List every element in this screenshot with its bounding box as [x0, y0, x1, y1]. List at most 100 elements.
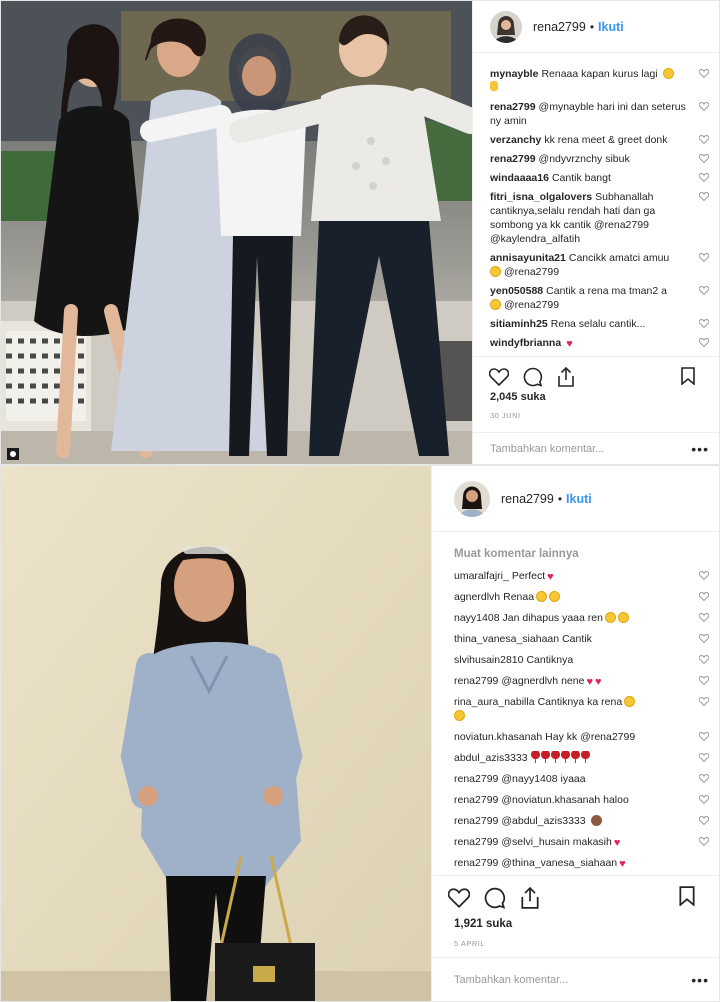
comment-username[interactable]: fitri_isna_olgalovers [490, 191, 592, 203]
comment-username[interactable]: umaralfajri_ [454, 570, 509, 582]
comment-item: slvihusain2810 Cantiknya [454, 653, 719, 667]
comment-username[interactable]: windaaaa16 [490, 172, 549, 184]
comment-username[interactable]: agnerdlvh [454, 591, 500, 603]
comment-username[interactable]: yen050588 [490, 285, 543, 297]
more-options-icon[interactable]: ••• [691, 972, 709, 988]
avatar[interactable] [454, 480, 490, 517]
post-1-photo[interactable] [1, 1, 474, 464]
comment-item: thina_vanesa_siahaan Cantik [454, 632, 719, 646]
comment-username[interactable]: rena2799 [454, 836, 498, 848]
comment-username[interactable]: rina_aura_nabilla [454, 696, 535, 708]
like-comment-heart-icon[interactable] [699, 253, 709, 262]
comment-username[interactable]: nayy1408 [454, 612, 500, 624]
avatar[interactable] [490, 10, 522, 43]
comment-item: abdul_azis3333 [454, 751, 719, 765]
comment-username[interactable]: sitiaminh25 [490, 318, 548, 330]
like-heart-icon[interactable] [489, 367, 509, 386]
username[interactable]: rena2799 [501, 492, 554, 506]
comment-username[interactable]: verzanchy [490, 134, 541, 146]
like-comment-heart-icon[interactable] [699, 192, 709, 201]
like-comment-heart-icon[interactable] [699, 69, 709, 78]
like-comment-heart-icon[interactable] [699, 613, 709, 622]
likes-count[interactable]: 2,045 suka [490, 391, 546, 403]
load-more-comments[interactable]: Muat komentar lainnya [454, 548, 579, 560]
like-comment-heart-icon[interactable] [699, 338, 709, 347]
comment-item: rina_aura_nabilla Cantiknya ka rena [454, 695, 719, 723]
comment-username[interactable]: abdul_azis3333 [454, 752, 528, 764]
comment-list: mynayble Renaaa kapan kurus lagi rena2799… [473, 53, 719, 356]
like-comment-heart-icon[interactable] [699, 732, 709, 741]
heart-eyes-emoji-icon [536, 591, 548, 602]
comment-username[interactable]: annisayunita21 [490, 252, 566, 264]
comment-username[interactable]: rena2799 [454, 815, 498, 827]
comment-item: annisayunita21 Cancikk amatci amuu @rena27… [490, 251, 719, 279]
like-comment-heart-icon[interactable] [699, 697, 709, 706]
like-heart-icon[interactable] [448, 887, 470, 908]
heart-eyes-emoji-icon [624, 696, 636, 707]
comment-item: yen050588 Cantik a rena ma tman2 a @rena27… [490, 284, 719, 312]
comment-username[interactable]: rena2799 [454, 857, 498, 869]
comment-username[interactable]: rena2799 [490, 101, 536, 113]
add-comment-input[interactable]: Tambahkan komentar... [490, 443, 604, 455]
comment-text: Perfect [511, 570, 546, 582]
smile-emoji-icon [662, 68, 674, 79]
post-2-photo[interactable] [1, 466, 433, 1001]
comment-bubble-icon[interactable] [523, 367, 543, 387]
comment-mention[interactable]: @rena2799 [504, 299, 559, 311]
more-options-icon[interactable]: ••• [691, 441, 709, 457]
separator-dot: • [557, 491, 563, 506]
comment-bubble-icon[interactable] [484, 887, 506, 909]
like-comment-heart-icon[interactable] [699, 135, 709, 144]
comment-username[interactable]: windyfbrianna [490, 337, 561, 349]
like-comment-heart-icon[interactable] [699, 319, 709, 328]
comment-username[interactable]: rena2799 [454, 794, 498, 806]
like-comment-heart-icon[interactable] [699, 676, 709, 685]
heart-emoji-icon: ♥ [547, 571, 554, 583]
likes-count[interactable]: 1,921 suka [454, 918, 512, 930]
like-comment-heart-icon[interactable] [699, 173, 709, 182]
comment-username[interactable]: noviatun.khasanah [454, 731, 542, 743]
comment-item: rena2799 @ndyvrznchy sibuk [490, 152, 719, 166]
comment-item: rena2799 @mynayble hari ini dan seterus n… [490, 100, 719, 128]
username[interactable]: rena2799 [533, 20, 586, 34]
share-icon[interactable] [520, 886, 540, 909]
comment-list: umaralfajri_ Perfect ♥ agnerdlvh Renaa nayy… [432, 569, 719, 875]
comment-username[interactable]: thina_vanesa_siahaan [454, 633, 559, 645]
like-comment-heart-icon[interactable] [699, 634, 709, 643]
comment-username[interactable]: rena2799 [454, 675, 498, 687]
comment-text: Cantik bangt [551, 172, 611, 184]
comment-text: @noviatun.khasanah haloo [501, 794, 629, 806]
comment-text: @nayy1408 iyaaa [501, 773, 586, 785]
like-comment-heart-icon[interactable] [699, 816, 709, 825]
comment-username[interactable]: mynayble [490, 68, 538, 80]
like-comment-heart-icon[interactable] [699, 154, 709, 163]
comment-username[interactable]: slvihusain2810 [454, 654, 523, 666]
comment-username[interactable]: rena2799 [454, 773, 498, 785]
like-comment-heart-icon[interactable] [699, 286, 709, 295]
share-icon[interactable] [557, 366, 575, 387]
heart-emoji-icon: ♥ [619, 858, 626, 870]
comment-username[interactable]: rena2799 [490, 153, 536, 165]
follow-button[interactable]: Ikuti [598, 20, 624, 34]
crying-emoji-icon [617, 612, 629, 623]
post-1-actions [473, 356, 719, 396]
bookmark-icon[interactable] [681, 367, 695, 385]
like-comment-heart-icon[interactable] [699, 753, 709, 762]
post-1-sidebar: rena2799 • Ikuti mynayble Renaaa kapan ku… [472, 1, 719, 464]
like-comment-heart-icon[interactable] [699, 837, 709, 846]
add-comment-input[interactable]: Tambahkan komentar... [454, 974, 568, 986]
like-comment-heart-icon[interactable] [699, 774, 709, 783]
follow-button[interactable]: Ikuti [566, 492, 592, 506]
heart-emoji-icon: ♥ [586, 676, 593, 688]
comment-text: @ndyvrznchy sibuk [538, 153, 630, 165]
comment-mention[interactable]: @rena2799 [504, 266, 559, 278]
like-comment-heart-icon[interactable] [699, 795, 709, 804]
comment-text: Cantik [562, 633, 592, 645]
like-comment-heart-icon[interactable] [699, 592, 709, 601]
like-comment-heart-icon[interactable] [699, 655, 709, 664]
bookmark-icon[interactable] [679, 886, 695, 906]
heart-eyes-emoji-icon [454, 710, 465, 721]
like-comment-heart-icon[interactable] [699, 102, 709, 111]
comment-item: windaaaa16 Cantik bangt [490, 171, 719, 185]
like-comment-heart-icon[interactable] [699, 571, 709, 580]
